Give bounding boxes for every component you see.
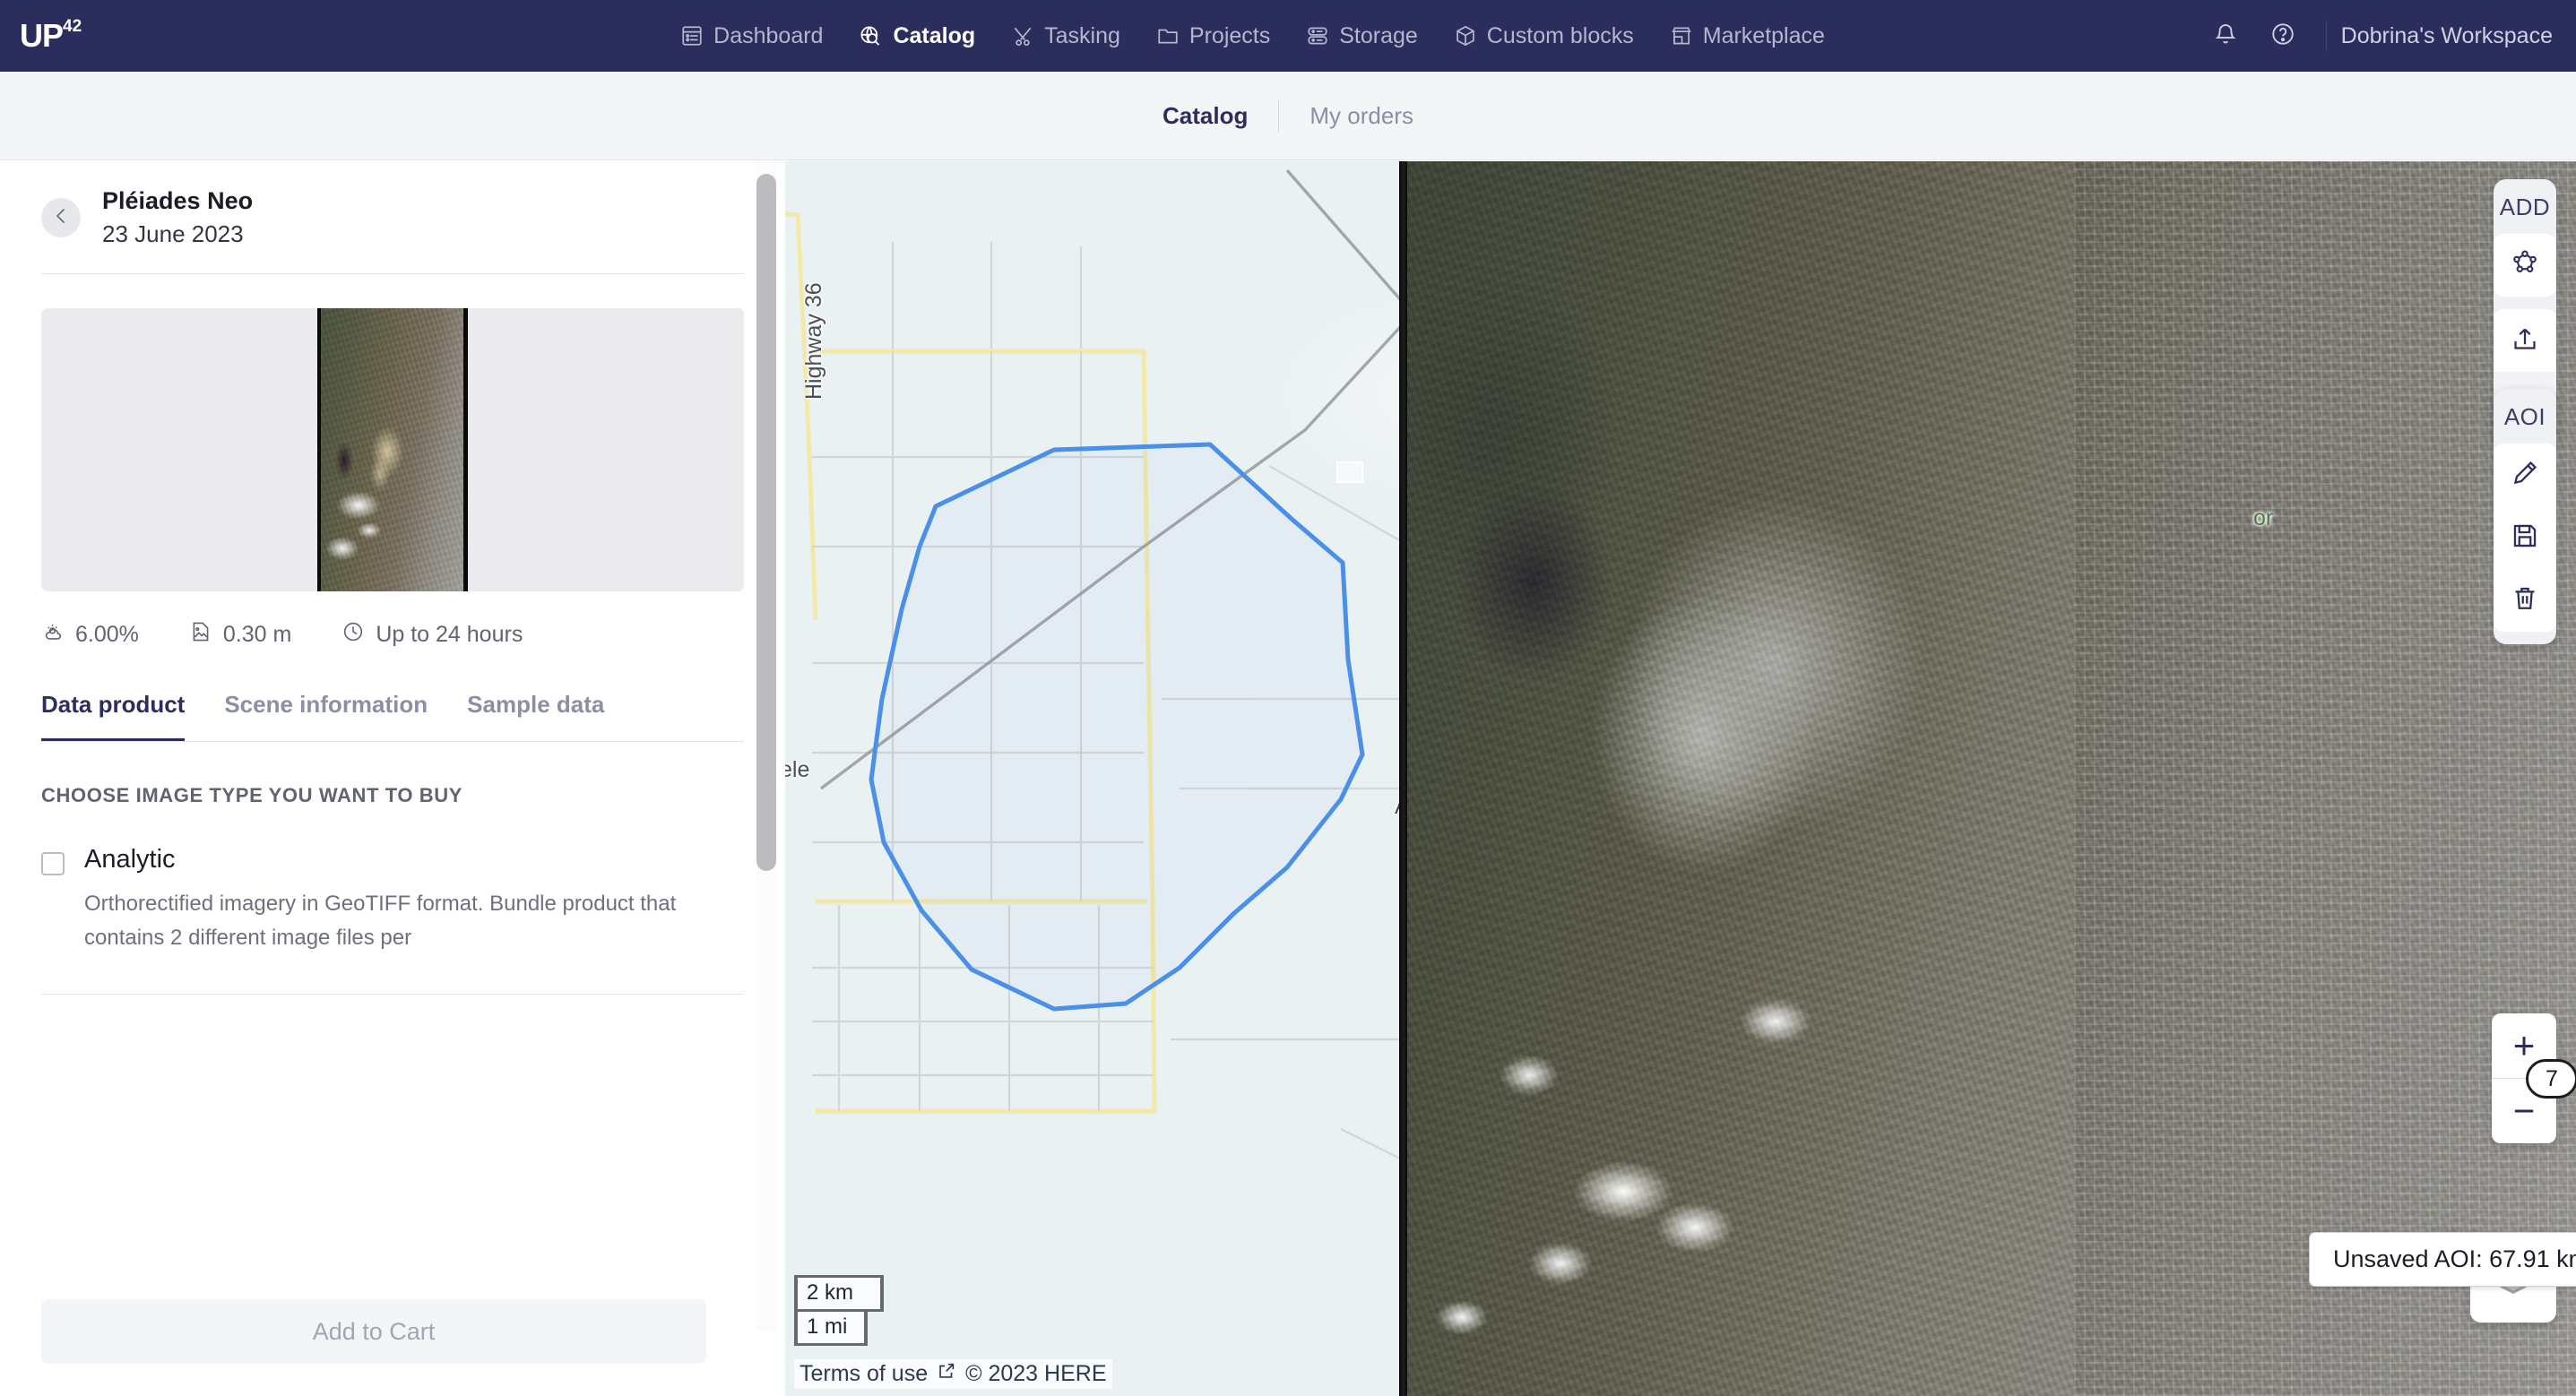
draw-polygon-button[interactable] bbox=[2494, 234, 2556, 297]
catalog-globe-icon bbox=[859, 24, 883, 48]
map-attribution: Terms of use © 2023 HERE bbox=[794, 1359, 1112, 1389]
aoi-polygon bbox=[871, 444, 1362, 1009]
meta-resolution: 0.30 m bbox=[189, 620, 291, 650]
analytic-text-group: Analytic Orthorectified imagery in GeoTI… bbox=[84, 845, 703, 957]
up42-logo[interactable]: UP 42 bbox=[20, 20, 82, 52]
nav-label-dashboard: Dashboard bbox=[713, 23, 823, 49]
map-canvas[interactable]: Highway 36 Lincoln Angels Grove ele or A… bbox=[785, 161, 2576, 1396]
scene-thumbnail-image bbox=[317, 308, 468, 591]
notifications-button[interactable] bbox=[2197, 22, 2254, 51]
scale-bar-imperial: 1 mi bbox=[794, 1312, 868, 1346]
panel-header-divider bbox=[41, 273, 744, 274]
panel-tab-sample-data[interactable]: Sample data bbox=[467, 691, 604, 742]
nav-right-group: Dobrina's Workspace bbox=[2197, 0, 2576, 72]
highway-shield-marker: 7 bbox=[2526, 1059, 2576, 1099]
panel-title-group: Pléiades Neo 23 June 2023 bbox=[102, 186, 253, 250]
workspace-name[interactable]: Dobrina's Workspace bbox=[2341, 23, 2553, 49]
nav-label-storage: Storage bbox=[1339, 23, 1418, 49]
add-to-cart-button[interactable]: Add to Cart bbox=[41, 1299, 706, 1364]
nav-label-tasking: Tasking bbox=[1044, 23, 1120, 49]
nav-item-catalog[interactable]: Catalog bbox=[841, 0, 993, 72]
meta-delivery-time-value: Up to 24 hours bbox=[376, 622, 523, 648]
map-toolbar-aoi: AOI bbox=[2494, 389, 2556, 644]
tab-catalog[interactable]: Catalog bbox=[1132, 102, 1278, 130]
save-floppy-icon bbox=[2510, 521, 2540, 556]
panel-tabs: Data product Scene information Sample da… bbox=[41, 691, 744, 742]
page-title: Pléiades Neo bbox=[102, 186, 253, 217]
edit-aoi-button[interactable] bbox=[2494, 444, 2556, 506]
upload-aoi-button[interactable] bbox=[2494, 309, 2556, 372]
toolbar-add-label: ADD bbox=[2500, 179, 2550, 234]
aoi-vertex-handle bbox=[1337, 462, 1362, 482]
panel-option-divider bbox=[41, 994, 744, 995]
nav-item-marketplace[interactable]: Marketplace bbox=[1652, 0, 1843, 72]
folder-icon bbox=[1156, 24, 1180, 47]
scene-date: 23 June 2023 bbox=[102, 220, 253, 250]
aoi-polygon-overlay[interactable] bbox=[785, 161, 2576, 1396]
terms-of-use-link[interactable]: Terms of use bbox=[800, 1361, 928, 1387]
nav-item-projects[interactable]: Projects bbox=[1138, 0, 1288, 72]
upload-icon bbox=[2510, 323, 2540, 358]
meta-cloud-cover-value: 6.00% bbox=[75, 622, 139, 648]
meta-delivery-time: Up to 24 hours bbox=[341, 620, 523, 650]
panel-header: Pléiades Neo 23 June 2023 bbox=[0, 161, 785, 273]
scene-metadata-row: 6.00% 0.30 m Up to 24 hours bbox=[41, 620, 744, 650]
analytic-checkbox[interactable] bbox=[41, 852, 65, 875]
main-nav-items: Dashboard Catalog Tasking bbox=[662, 0, 1843, 72]
product-option-analytic[interactable]: Analytic Orthorectified imagery in GeoTI… bbox=[41, 845, 744, 957]
analytic-option-label: Analytic bbox=[84, 845, 703, 875]
clock-icon bbox=[341, 620, 365, 650]
toolbar-aoi-label: AOI bbox=[2504, 389, 2546, 444]
bell-icon bbox=[2213, 22, 2238, 51]
scene-detail-panel: Pléiades Neo 23 June 2023 6.00% bbox=[0, 161, 785, 1396]
panel-tab-data-product[interactable]: Data product bbox=[41, 691, 185, 742]
polygon-draw-icon bbox=[2510, 248, 2540, 283]
toolbar-add-group-1 bbox=[2494, 234, 2556, 297]
meta-resolution-value: 0.30 m bbox=[223, 622, 291, 648]
analytic-option-description: Orthorectified imagery in GeoTIFF format… bbox=[84, 887, 703, 957]
arrow-left-icon bbox=[50, 205, 72, 231]
top-navigation-bar: UP 42 Dashboard Catalog bbox=[0, 0, 2576, 72]
nav-label-marketplace: Marketplace bbox=[1703, 23, 1825, 49]
nav-item-tasking[interactable]: Tasking bbox=[993, 0, 1138, 72]
logo-text: UP bbox=[20, 20, 63, 52]
tab-my-orders[interactable]: My orders bbox=[1279, 102, 1444, 130]
toolbar-aoi-group bbox=[2494, 444, 2556, 632]
resolution-image-icon bbox=[189, 620, 212, 650]
nav-item-dashboard[interactable]: Dashboard bbox=[662, 0, 841, 72]
panel-tab-scene-information[interactable]: Scene information bbox=[224, 691, 428, 742]
scale-bar-metric: 2 km bbox=[794, 1275, 884, 1312]
meta-cloud-cover: 6.00% bbox=[41, 620, 139, 650]
question-circle-icon bbox=[2270, 22, 2295, 51]
pencil-edit-icon bbox=[2510, 458, 2540, 493]
nav-label-projects: Projects bbox=[1189, 23, 1270, 49]
marketplace-icon bbox=[1670, 24, 1693, 47]
panel-scrollbar-thumb[interactable] bbox=[756, 174, 776, 871]
logo-superscript: 42 bbox=[63, 17, 82, 37]
nav-divider bbox=[2326, 21, 2327, 51]
nav-item-custom-blocks[interactable]: Custom blocks bbox=[1436, 0, 1652, 72]
map-copyright: © 2023 HERE bbox=[965, 1361, 1106, 1387]
dashboard-icon bbox=[680, 24, 704, 47]
nav-label-custom-blocks: Custom blocks bbox=[1487, 23, 1634, 49]
storage-icon bbox=[1306, 24, 1329, 47]
nav-item-storage[interactable]: Storage bbox=[1288, 0, 1436, 72]
nav-label-catalog: Catalog bbox=[893, 23, 975, 49]
cube-icon bbox=[1454, 24, 1477, 47]
back-button[interactable] bbox=[41, 198, 81, 237]
section-title-choose-image-type: CHOOSE IMAGE TYPE YOU WANT TO BUY bbox=[41, 784, 744, 807]
aoi-area-tooltip: Unsaved AOI: 67.91 km² bbox=[2309, 1232, 2576, 1287]
save-aoi-button[interactable] bbox=[2494, 506, 2556, 569]
panel-tabs-underline bbox=[41, 741, 744, 742]
map-scale-bar: 2 km 1 mi bbox=[794, 1275, 884, 1346]
trash-delete-icon bbox=[2510, 583, 2540, 618]
delete-aoi-button[interactable] bbox=[2494, 569, 2556, 632]
sub-navigation-bar: Catalog My orders bbox=[0, 72, 2576, 160]
help-button[interactable] bbox=[2254, 22, 2312, 51]
external-link-icon[interactable] bbox=[937, 1361, 956, 1387]
tasking-icon bbox=[1011, 24, 1034, 47]
scene-thumbnail[interactable] bbox=[41, 308, 744, 591]
cloud-cover-icon bbox=[41, 620, 65, 650]
